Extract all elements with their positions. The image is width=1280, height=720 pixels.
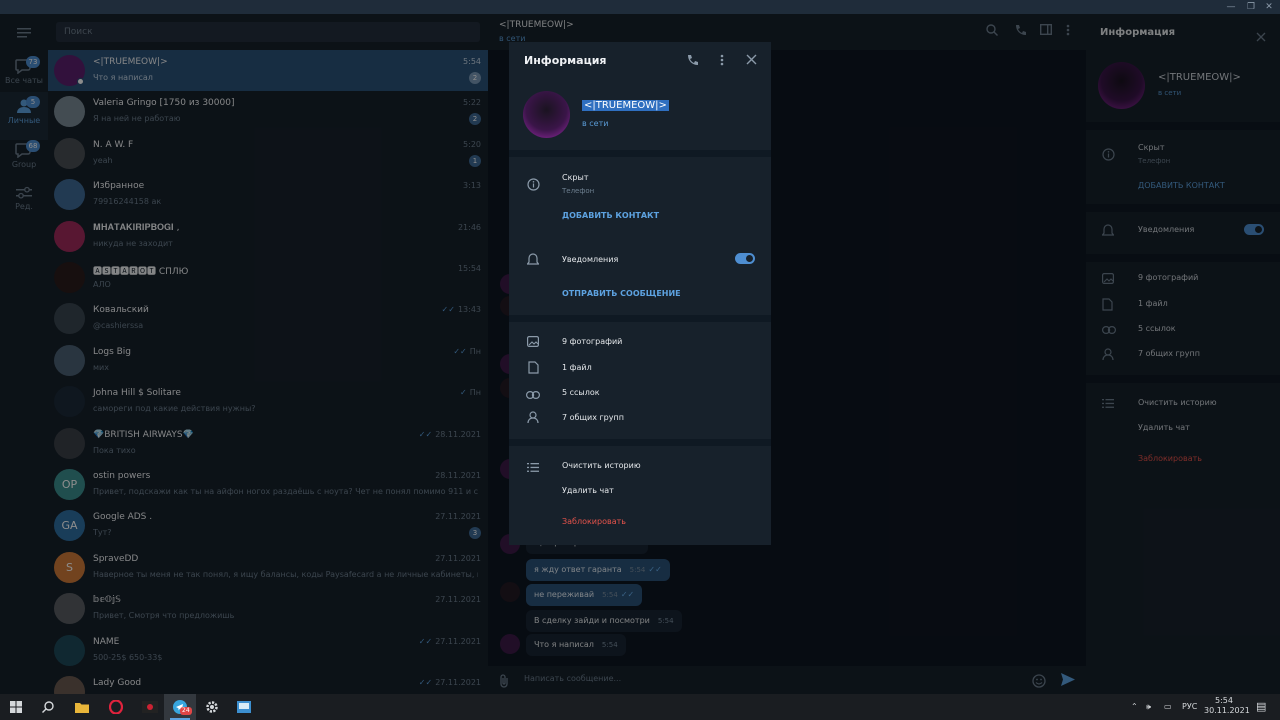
app2-button[interactable] (228, 694, 260, 720)
app-button[interactable] (134, 694, 166, 720)
notifications-center-icon[interactable]: ▤ (1256, 694, 1266, 720)
link-icon (526, 389, 541, 402)
settings-button[interactable] (196, 694, 228, 720)
taskbar-search-button[interactable] (32, 694, 64, 720)
gear-icon (206, 701, 218, 713)
divider (509, 439, 771, 446)
dialog-title: Информация (524, 54, 607, 67)
monitor-icon (237, 701, 251, 713)
file-explorer-button[interactable] (66, 694, 98, 720)
info-dialog: Информация <|TRUEMEOW|> в сети Скрыт Тел… (509, 42, 771, 545)
minimize-button[interactable]: — (1224, 0, 1238, 14)
language-indicator[interactable]: РУС (1182, 694, 1197, 720)
window-titlebar: — ❐ ✕ (0, 0, 1280, 14)
app-icon (142, 701, 158, 713)
profile-status: в сети (582, 119, 609, 128)
more-icon[interactable] (720, 54, 724, 69)
links-count[interactable]: 5 ссылок (562, 388, 600, 397)
start-button[interactable] (0, 694, 32, 720)
photos-count[interactable]: 9 фотографий (562, 337, 622, 346)
notifications-toggle[interactable] (735, 253, 755, 264)
unread-badge: 24 (180, 707, 192, 715)
opera-icon (108, 699, 124, 715)
phone-value: Скрыт (562, 173, 589, 182)
profile-avatar[interactable] (523, 91, 570, 138)
send-message-button[interactable]: ОТПРАВИТЬ СООБЩЕНИЕ (562, 289, 681, 298)
search-icon (42, 701, 54, 713)
windows-icon (10, 701, 22, 713)
info-icon (526, 178, 540, 194)
clock-date: 30.11.2021 (1204, 706, 1250, 715)
network-icon[interactable]: ▭ (1164, 694, 1172, 720)
delete-chat-button[interactable]: Удалить чат (562, 486, 614, 495)
telegram-button[interactable]: 24 (164, 694, 196, 720)
photo-icon (526, 336, 540, 350)
file-icon (526, 361, 540, 377)
maximize-button[interactable]: ❐ (1244, 0, 1258, 14)
clock[interactable]: 5:54 30.11.2021 (1204, 696, 1250, 716)
files-count[interactable]: 1 файл (562, 363, 592, 372)
groups-count[interactable]: 7 общих групп (562, 413, 624, 422)
bell-icon (526, 253, 540, 269)
add-contact-button[interactable]: ДОБАВИТЬ КОНТАКТ (562, 211, 659, 220)
phone-icon[interactable] (686, 54, 698, 69)
profile-name[interactable]: <|TRUEMEOW|> (582, 100, 669, 111)
block-button[interactable]: Заблокировать (562, 517, 626, 526)
clear-history-button[interactable]: Очистить историю (562, 461, 641, 470)
folder-icon (75, 703, 89, 713)
clock-time: 5:54 (1215, 696, 1233, 705)
volume-icon[interactable]: 🕪 (1146, 694, 1151, 720)
list-icon (526, 462, 540, 475)
divider (509, 315, 771, 322)
person-icon (526, 411, 540, 427)
phone-label: Телефон (562, 187, 595, 195)
tray-chevron-icon[interactable]: ⌃ (1131, 694, 1138, 720)
windows-taskbar: 24 ⌃ 🕪 ▭ РУС 5:54 30.11.2021 ▤ (0, 694, 1280, 720)
close-window-button[interactable]: ✕ (1262, 0, 1276, 14)
notifications-label: Уведомления (562, 255, 619, 264)
divider (509, 150, 771, 157)
opera-button[interactable] (100, 694, 132, 720)
close-icon[interactable] (746, 54, 757, 68)
